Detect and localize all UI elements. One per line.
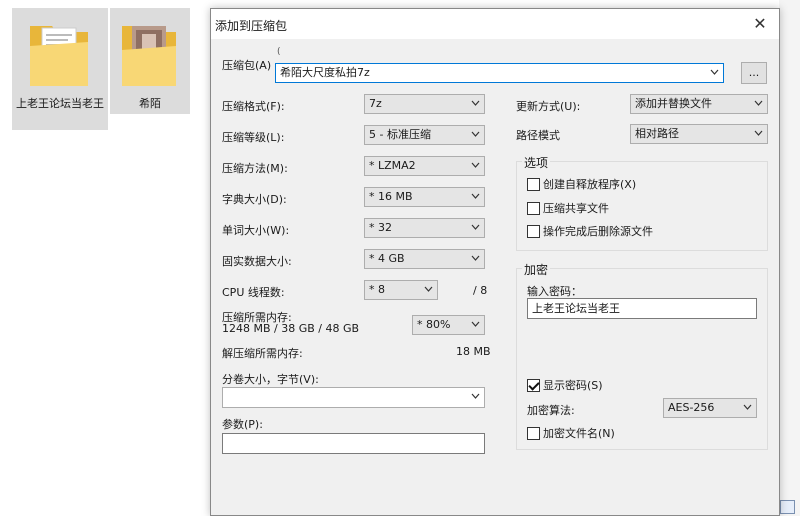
show-password-checkbox[interactable]	[527, 378, 540, 392]
file-label: 希陌	[139, 97, 161, 110]
archive-label: 压缩包(A)	[222, 59, 272, 72]
archive-path-hint: (	[277, 47, 281, 57]
browse-button[interactable]: ...	[741, 62, 767, 84]
file-tile-folder[interactable]: 上老王论坛当老王	[12, 8, 108, 130]
chevron-down-icon	[471, 193, 480, 199]
encryption-method-select[interactable]: AES-256	[663, 398, 757, 418]
decomp-label: 解压缩所需内存:	[222, 347, 303, 360]
archive-name-combo[interactable]: 希陌大尺度私拍7z	[275, 63, 724, 83]
dict-value: * 16 MB	[369, 190, 413, 203]
dialog-title: 添加到压缩包	[215, 19, 288, 33]
folder-icon	[30, 26, 88, 86]
update-label: 更新方式(U):	[516, 100, 581, 113]
update-value: 添加并替换文件	[635, 97, 712, 110]
encryption-method-label: 加密算法:	[527, 404, 575, 417]
password-input[interactable]: 上老王论坛当老王	[527, 298, 757, 319]
solid-label: 固实数据大小:	[222, 255, 292, 268]
level-value: 5 - 标准压缩	[369, 128, 431, 141]
dialog-titlebar: 添加到压缩包 ✕	[211, 9, 779, 39]
close-icon[interactable]: ✕	[749, 13, 771, 35]
password-value: 上老王论坛当老王	[532, 302, 620, 315]
chevron-down-icon	[471, 224, 480, 230]
encrypt-names-checkbox-row[interactable]: 加密文件名(N)	[527, 425, 615, 441]
password-label: 输入密码：	[527, 285, 582, 298]
params-label: 参数(P):	[222, 418, 263, 431]
shared-files-checkbox[interactable]	[527, 201, 540, 215]
memory-detail: 1248 MB / 38 GB / 48 GB	[222, 322, 360, 335]
solid-value: * 4 GB	[369, 252, 405, 265]
chevron-down-icon	[754, 130, 763, 136]
chevron-down-icon	[424, 286, 433, 292]
chevron-down-icon	[471, 255, 480, 261]
delete-after-checkbox-label: 操作完成后删除源文件	[543, 225, 653, 238]
path-mode-select[interactable]: 相对路径	[630, 124, 768, 144]
chevron-down-icon	[471, 321, 480, 327]
file-tile-folder-photo[interactable]: 希陌	[110, 8, 190, 114]
encryption-method-value: AES-256	[668, 401, 715, 414]
chevron-down-icon	[471, 393, 480, 399]
encrypt-names-label: 加密文件名(N)	[543, 427, 615, 440]
format-select[interactable]: 7z	[364, 94, 485, 114]
cpu-value: * 8	[369, 283, 385, 296]
cpu-label: CPU 线程数:	[222, 286, 285, 299]
show-password-checkbox-row[interactable]: 显示密码(S)	[527, 377, 603, 393]
chevron-down-icon	[471, 131, 480, 137]
level-label: 压缩等级(L):	[222, 131, 285, 144]
delete-after-checkbox[interactable]	[527, 224, 540, 238]
method-select[interactable]: * LZMA2	[364, 156, 485, 176]
show-password-label: 显示密码(S)	[543, 379, 603, 392]
delete-after-checkbox-row[interactable]: 操作完成后删除源文件	[527, 223, 653, 239]
chevron-down-icon	[471, 162, 480, 168]
add-to-archive-dialog: 添加到压缩包 ✕ 压缩包(A) ( 希陌大尺度私拍7z ... 压缩格式(F):…	[210, 8, 780, 516]
word-value: * 32	[369, 221, 392, 234]
chevron-down-icon	[471, 100, 480, 106]
explorer-scroll-strip	[779, 0, 800, 516]
cpu-select[interactable]: * 8	[364, 280, 438, 300]
word-label: 单词大小(W):	[222, 224, 290, 237]
word-select[interactable]: * 32	[364, 218, 485, 238]
chevron-down-icon	[754, 100, 763, 106]
method-label: 压缩方法(M):	[222, 162, 288, 175]
format-value: 7z	[369, 97, 382, 110]
shared-files-checkbox-row[interactable]: 压缩共享文件	[527, 200, 609, 216]
path-mode-value: 相对路径	[635, 127, 679, 140]
level-select[interactable]: 5 - 标准压缩	[364, 125, 485, 145]
dict-label: 字典大小(D):	[222, 193, 287, 206]
shared-files-checkbox-label: 压缩共享文件	[543, 202, 609, 215]
chevron-down-icon	[743, 404, 752, 410]
memory-select[interactable]: * 80%	[412, 315, 485, 335]
cpu-max: / 8	[473, 284, 488, 297]
method-value: * LZMA2	[369, 159, 416, 172]
view-toggle-icon[interactable]	[780, 500, 795, 514]
photo-folder-icon	[122, 26, 176, 86]
solid-select[interactable]: * 4 GB	[364, 249, 485, 269]
memory-value: * 80%	[417, 318, 451, 331]
chevron-down-icon	[710, 69, 719, 75]
file-label: 上老王论坛当老王	[16, 97, 104, 110]
encrypt-names-checkbox[interactable]	[527, 426, 540, 440]
sfx-checkbox-label: 创建自释放程序(X)	[543, 178, 637, 191]
volume-size-combo[interactable]	[222, 387, 485, 408]
options-group-title: 选项	[522, 154, 551, 171]
sfx-checkbox[interactable]	[527, 177, 540, 191]
format-label: 压缩格式(F):	[222, 100, 285, 113]
volume-label: 分卷大小，字节(V):	[222, 373, 319, 386]
update-select[interactable]: 添加并替换文件	[630, 94, 768, 114]
encryption-group-title: 加密	[522, 261, 551, 278]
params-input[interactable]	[222, 433, 485, 454]
decomp-value: 18 MB	[456, 345, 491, 358]
sfx-checkbox-row[interactable]: 创建自释放程序(X)	[527, 176, 636, 192]
dict-select[interactable]: * 16 MB	[364, 187, 485, 207]
path-mode-label: 路径模式	[516, 129, 560, 142]
archive-name-value: 希陌大尺度私拍7z	[280, 66, 370, 79]
